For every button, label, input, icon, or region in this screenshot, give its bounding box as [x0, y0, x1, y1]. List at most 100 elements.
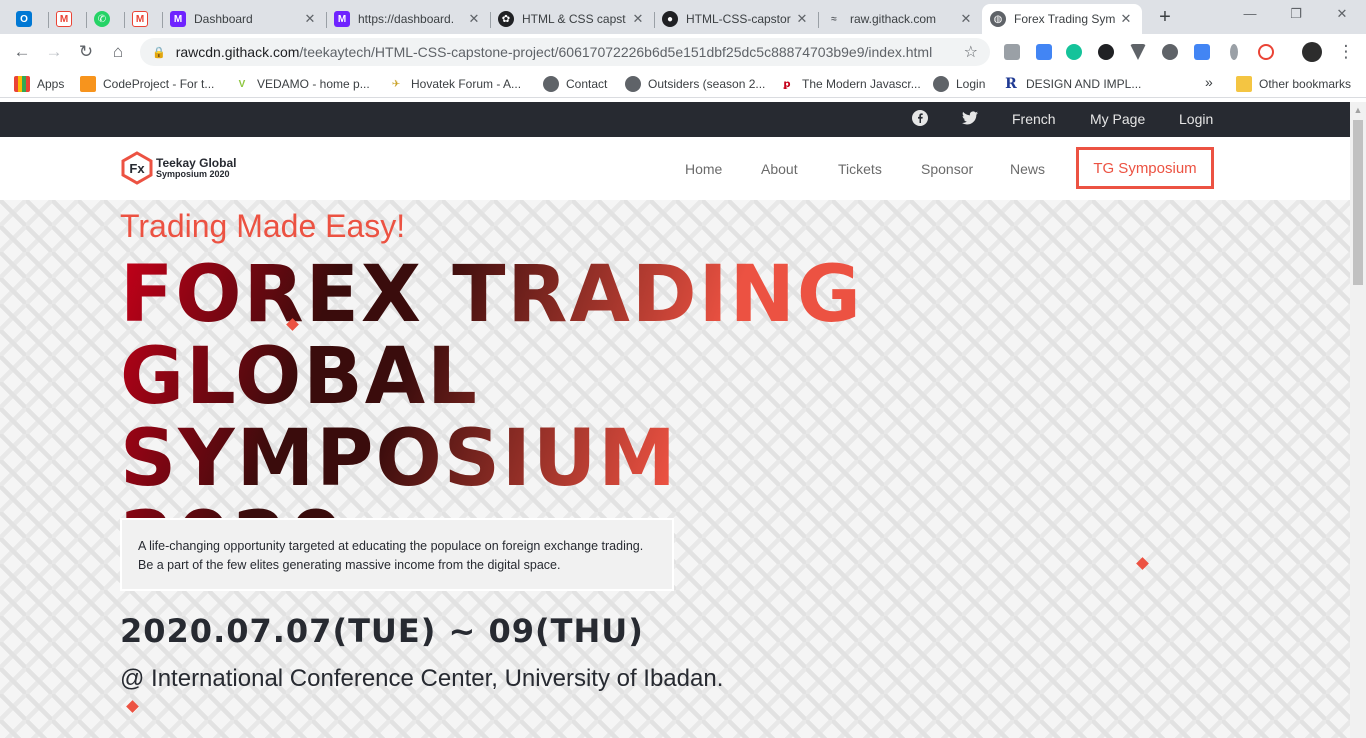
globe-icon: ◍: [990, 11, 1006, 27]
bookmark-vedamo[interactable]: V VEDAMO - home p...: [234, 76, 370, 92]
tab-gmail-2[interactable]: M: [124, 4, 162, 34]
bookmark-label: The Modern Javascr...: [802, 77, 921, 91]
other-bookmarks[interactable]: Other bookmarks: [1236, 76, 1351, 92]
close-icon[interactable]: ✕: [794, 11, 810, 27]
bookmark-apps[interactable]: Apps: [14, 76, 64, 92]
tg-symposium-button[interactable]: TG Symposium: [1076, 147, 1214, 189]
bookmarks-bar: Apps CodeProject - For t... V VEDAMO - h…: [0, 70, 1366, 98]
extension-cube-icon[interactable]: [1004, 44, 1020, 60]
minimize-icon[interactable]: —: [1240, 6, 1260, 21]
my-page-link[interactable]: My Page: [1090, 111, 1145, 127]
extension-dot-icon[interactable]: [1230, 44, 1238, 60]
grammarly-icon[interactable]: [1066, 44, 1082, 60]
tab-dashboard[interactable]: M Dashboard ✕: [162, 4, 326, 34]
microverse-icon: M: [334, 11, 350, 27]
gmail-icon: M: [56, 11, 72, 27]
site-logo[interactable]: Fx Teekay Global Symposium 2020: [120, 149, 236, 187]
nav-news[interactable]: News: [1010, 161, 1045, 177]
globe-icon: [543, 76, 559, 92]
gmail-icon: M: [132, 11, 148, 27]
home-icon[interactable]: ⌂: [106, 40, 130, 64]
description-line: A life-changing opportunity targeted at …: [138, 539, 644, 553]
tab-github[interactable]: ● HTML-CSS-capstor ✕: [654, 4, 818, 34]
headline-line: GLOBAL SYMPOSIUM: [120, 332, 678, 504]
nav-about[interactable]: About: [761, 161, 798, 177]
tab-forex-active[interactable]: ◍ Forex Trading Sym ✕: [982, 4, 1142, 34]
tab-label: Dashboard: [194, 12, 253, 26]
bookmark-design[interactable]: R DESIGN AND IMPL...: [1003, 76, 1141, 92]
url-path: /teekaytech/HTML-CSS-capstone-project/60…: [299, 44, 933, 60]
bookmark-star-icon[interactable]: ☆: [964, 42, 978, 62]
bookmark-contact[interactable]: Contact: [543, 76, 607, 92]
logo-mark: Fx: [129, 161, 145, 176]
nav-tickets[interactable]: Tickets: [838, 161, 882, 177]
lock-icon: 🔒: [152, 46, 166, 59]
login-link[interactable]: Login: [1179, 111, 1213, 127]
globe-icon: [933, 76, 949, 92]
extension-h-icon[interactable]: [1098, 44, 1114, 60]
description-line: Be a part of the few elites generating m…: [138, 558, 561, 572]
logo-line-1: Teekay Global: [156, 155, 237, 170]
close-window-icon[interactable]: ✕: [1332, 6, 1352, 22]
bookmark-hovatek[interactable]: ✈ Hovatek Forum - A...: [388, 76, 521, 92]
vue-devtools-icon[interactable]: [1130, 44, 1146, 60]
extension-docs-icon[interactable]: [1036, 44, 1052, 60]
menu-kebab-icon[interactable]: ⋮: [1334, 40, 1358, 64]
tab-label: raw.githack.com: [850, 12, 937, 26]
nav-sponsor[interactable]: Sponsor: [921, 161, 973, 177]
scroll-up-arrow-icon[interactable]: ▲: [1350, 102, 1366, 118]
tab-html-css-capstone[interactable]: ✿ HTML & CSS capst ✕: [490, 4, 654, 34]
logo-line-2: Symposium 2020: [156, 168, 230, 179]
twitter-icon[interactable]: [962, 111, 978, 128]
close-icon[interactable]: ✕: [466, 11, 482, 27]
forward-icon[interactable]: →: [42, 40, 66, 64]
extension-1h-icon[interactable]: [1194, 44, 1210, 60]
openai-icon: ✿: [498, 11, 514, 27]
language-link[interactable]: French: [1012, 111, 1056, 127]
url-host: rawcdn.githack.com: [175, 44, 300, 60]
bookmark-label: VEDAMO - home p...: [257, 77, 370, 91]
close-icon[interactable]: ✕: [958, 11, 974, 27]
tab-dashboard-url[interactable]: M https://dashboard. ✕: [326, 4, 490, 34]
scroll-thumb[interactable]: [1353, 120, 1363, 285]
bookmark-modern-javascript[interactable]: ꝑ The Modern Javascr...: [779, 76, 921, 92]
restore-icon[interactable]: ❐: [1286, 6, 1306, 22]
codeproject-icon: [80, 76, 96, 92]
page-scrollbar[interactable]: ▲: [1350, 102, 1366, 738]
bookmark-codeproject[interactable]: CodeProject - For t...: [80, 76, 214, 92]
back-icon[interactable]: ←: [10, 40, 34, 64]
facebook-icon[interactable]: [912, 110, 928, 129]
reload-icon[interactable]: ↻: [74, 40, 98, 64]
bookmark-label: Hovatek Forum - A...: [411, 77, 522, 91]
bookmark-outsiders[interactable]: Outsiders (season 2...: [625, 76, 765, 92]
close-icon[interactable]: ✕: [630, 11, 646, 27]
tab-label: HTML & CSS capst: [522, 12, 626, 26]
profile-avatar[interactable]: [1302, 42, 1322, 62]
close-icon[interactable]: ✕: [302, 11, 318, 27]
close-icon[interactable]: ✕: [1118, 11, 1134, 27]
top-utility-bar: French My Page Login: [0, 102, 1350, 137]
extension-swirl-icon[interactable]: [1258, 44, 1274, 60]
bookmark-label: Contact: [566, 77, 608, 91]
vedamo-icon: V: [238, 78, 246, 90]
new-tab-button[interactable]: +: [1153, 6, 1177, 30]
headline-line: FOREX TRADING: [120, 250, 863, 340]
outlook-icon: O: [16, 11, 32, 27]
javascript-icon: ꝑ: [783, 78, 791, 90]
hero-description: A life-changing opportunity targeted at …: [120, 518, 674, 591]
event-dates: 2020.07.07(TUE) ~ 09(THU): [120, 612, 644, 650]
tab-label: HTML-CSS-capstor: [686, 12, 791, 26]
whatsapp-icon: ✆: [94, 11, 110, 27]
extension-g-icon[interactable]: [1162, 44, 1178, 60]
tab-outlook[interactable]: O: [8, 4, 48, 34]
event-venue: @ International Conference Center, Unive…: [120, 665, 724, 692]
tab-whatsapp[interactable]: ✆: [86, 4, 124, 34]
tab-gmail-1[interactable]: M: [48, 4, 86, 34]
address-bar[interactable]: 🔒 rawcdn.githack.com/teekaytech/HTML-CSS…: [140, 38, 990, 66]
globe-icon: [625, 76, 641, 92]
bookmark-login[interactable]: Login: [933, 76, 985, 92]
bookmarks-overflow-button[interactable]: »: [1205, 74, 1213, 90]
tab-githack[interactable]: ≈ raw.githack.com ✕: [818, 4, 982, 34]
nav-home[interactable]: Home: [685, 161, 722, 177]
hero-section: Trading Made Easy! FOREX TRADING GLOBAL …: [0, 200, 1350, 738]
